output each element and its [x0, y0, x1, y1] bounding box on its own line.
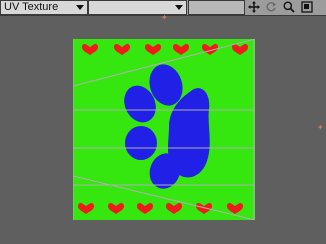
texture-artwork: [73, 39, 255, 220]
maximize-view-button[interactable]: [299, 0, 315, 14]
uv-point-marker: ✦: [161, 13, 168, 22]
dropdown-label: UV Texture: [4, 1, 59, 13]
texture-image: [73, 39, 255, 220]
chevron-down-icon: [175, 5, 183, 10]
zoom-icon: [283, 1, 295, 13]
uv-texture-dropdown[interactable]: UV Texture: [0, 0, 88, 15]
maximize-icon: [301, 1, 313, 13]
zoom-tool-button[interactable]: [281, 0, 297, 14]
uv-point-marker: ✦: [317, 123, 324, 132]
move-tool-button[interactable]: [246, 0, 262, 14]
texture-select-dropdown[interactable]: [88, 0, 187, 15]
rotate-tool-button[interactable]: [263, 0, 279, 14]
paw-print: [124, 64, 210, 189]
value-field[interactable]: [188, 0, 245, 15]
move-icon: [248, 1, 260, 13]
chevron-down-icon: [76, 5, 84, 10]
rotate-icon: [266, 2, 276, 12]
